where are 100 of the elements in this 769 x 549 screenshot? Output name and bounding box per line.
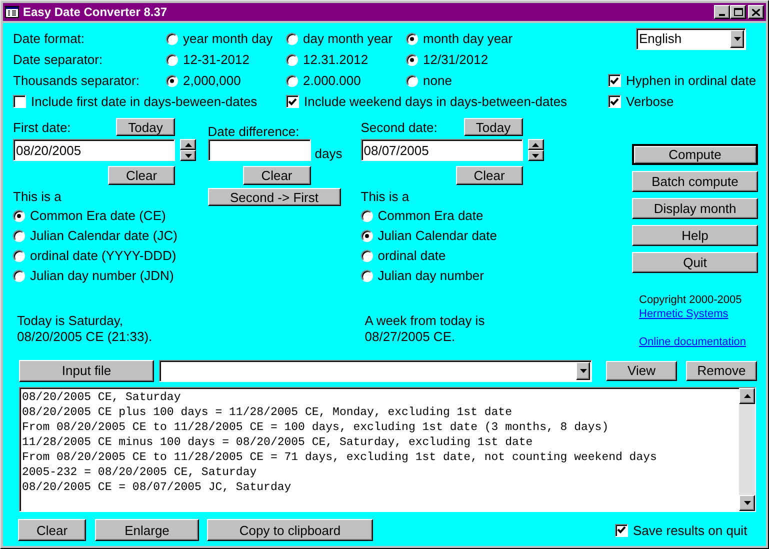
result-line: 11/28/2005 CE minus 100 days = 08/20/2005 CE, Saturday, excluding 1st date	[22, 435, 534, 450]
info-text: 08/20/2005 CE (21:33).	[17, 329, 154, 345]
radio-button[interactable]	[286, 32, 298, 44]
results-text-area[interactable]	[19, 387, 756, 512]
spinner-down-button[interactable]	[528, 150, 544, 161]
spinner-up-button[interactable]	[180, 139, 196, 150]
action-button[interactable]: Quit	[632, 252, 758, 273]
remove-button[interactable]: Remove	[686, 360, 757, 380]
radio-button[interactable]	[406, 74, 418, 86]
checkbox[interactable]	[615, 524, 628, 536]
check-icon	[610, 76, 619, 84]
swap-button[interactable]: Second -> First	[208, 188, 341, 206]
clear-button[interactable]: Clear	[108, 166, 175, 185]
info-text: Today is Saturday,	[17, 313, 124, 329]
field-label: Date difference:	[208, 124, 300, 138]
field-label: First date:	[13, 120, 72, 134]
option-label: year month day	[183, 31, 273, 46]
checkbox[interactable]	[608, 74, 621, 87]
date-input-field[interactable]: 08/07/2005	[360, 139, 523, 161]
today-button[interactable]: Today	[464, 118, 523, 136]
close-button[interactable]	[748, 5, 764, 19]
radio-button[interactable]	[13, 210, 25, 222]
action-button[interactable]: Batch compute	[632, 171, 758, 192]
up-arrow-icon	[532, 142, 540, 146]
section-label: This is a	[360, 189, 410, 205]
today-button[interactable]: Today	[116, 118, 175, 136]
option-label: 12-31-2012	[183, 52, 250, 67]
radio-button[interactable]	[286, 54, 298, 66]
scroll-down-button[interactable]	[739, 495, 755, 511]
file-dropdown[interactable]	[159, 360, 592, 382]
down-arrow-icon	[184, 154, 192, 158]
radio-button[interactable]	[13, 270, 25, 282]
radio-button[interactable]	[286, 74, 298, 86]
option-group-label: Thousands separator:	[13, 73, 140, 88]
option-label: Julian day number	[378, 268, 484, 283]
option-label: none	[423, 73, 452, 88]
field-label: Second date:	[360, 120, 438, 134]
option-group-label: Date separator:	[13, 52, 104, 67]
minimize-button[interactable]	[714, 5, 730, 19]
radio-button[interactable]	[166, 74, 178, 86]
input-file-button[interactable]: Input file	[19, 360, 154, 382]
checkbox[interactable]	[286, 95, 299, 108]
language-dropdown[interactable]: English	[636, 28, 746, 50]
option-label: 12/31/2012	[423, 52, 488, 67]
checkbox-label: Save results on quit	[633, 522, 748, 538]
down-arrow-icon	[734, 36, 740, 40]
up-arrow-icon	[744, 394, 750, 398]
checkbox-label: Verbose	[626, 94, 674, 109]
down-arrow-icon	[744, 501, 750, 505]
dropdown-arrow-button[interactable]	[576, 362, 590, 380]
option-label: Common Era date	[378, 208, 484, 223]
info-text: 08/27/2005 CE.	[364, 329, 456, 345]
radio-button[interactable]	[360, 250, 373, 262]
link[interactable]: Online documentation	[639, 335, 746, 349]
copyright-text: Copyright 2000-2005	[639, 293, 743, 307]
result-line: 08/20/2005 CE plus 100 days = 11/28/2005 CE, Monday, excluding 1st date	[22, 405, 513, 420]
date-input-field[interactable]: 08/20/2005	[13, 139, 175, 161]
option-label: ordinal date (YYYY-DDD)	[30, 248, 176, 263]
option-label: Julian Calendar date (JC)	[30, 228, 178, 243]
scrollbar[interactable]	[739, 388, 755, 511]
action-button[interactable]: Compute	[632, 144, 758, 165]
maximize-icon	[734, 8, 742, 16]
maximize-button[interactable]	[730, 5, 746, 19]
option-label: Julian day number (JDN)	[30, 268, 174, 283]
clear-button[interactable]: Clear	[18, 519, 86, 541]
radio-button[interactable]	[13, 230, 25, 242]
dropdown-arrow-button[interactable]	[730, 30, 744, 48]
option-label: 2,000,000	[183, 73, 241, 88]
radio-button[interactable]	[360, 270, 373, 282]
action-button[interactable]: Help	[632, 225, 758, 246]
radio-button[interactable]	[360, 210, 373, 222]
action-button[interactable]: Display month	[632, 198, 758, 219]
difference-input-field[interactable]	[208, 139, 311, 161]
radio-button[interactable]	[360, 230, 373, 242]
checkbox[interactable]	[608, 95, 621, 108]
radio-button[interactable]	[166, 32, 178, 44]
app-icon	[5, 5, 19, 19]
checkbox-label: Hyphen in ordinal date	[626, 73, 756, 88]
copy-button[interactable]: Copy to clipboard	[207, 519, 373, 541]
close-icon	[752, 8, 760, 16]
clear-button[interactable]: Clear	[242, 166, 311, 185]
result-line: 08/20/2005 CE = 08/07/2005 JC, Saturday	[22, 480, 292, 495]
radio-button[interactable]	[13, 250, 25, 262]
checkbox-label: Include first date in days-beween-dates	[31, 94, 258, 109]
minimize-icon	[719, 14, 725, 16]
scroll-up-button[interactable]	[739, 388, 755, 404]
option-label: Common Era date (CE)	[30, 208, 166, 223]
spinner-down-button[interactable]	[180, 150, 196, 161]
radio-button[interactable]	[166, 54, 178, 66]
link[interactable]: Hermetic Systems	[639, 307, 728, 321]
enlarge-button[interactable]: Enlarge	[95, 519, 199, 541]
checkbox[interactable]	[13, 95, 26, 108]
check-icon	[617, 526, 626, 534]
spinner-up-button[interactable]	[528, 139, 544, 150]
result-line: From 08/20/2005 CE to 11/28/2005 CE = 71 days, excluding 1st date, not counting weekend days	[22, 450, 658, 465]
radio-button[interactable]	[406, 32, 418, 44]
clear-button[interactable]: Clear	[456, 166, 523, 185]
view-button[interactable]: View	[606, 360, 677, 380]
radio-button[interactable]	[406, 54, 418, 66]
up-arrow-icon	[184, 142, 192, 146]
